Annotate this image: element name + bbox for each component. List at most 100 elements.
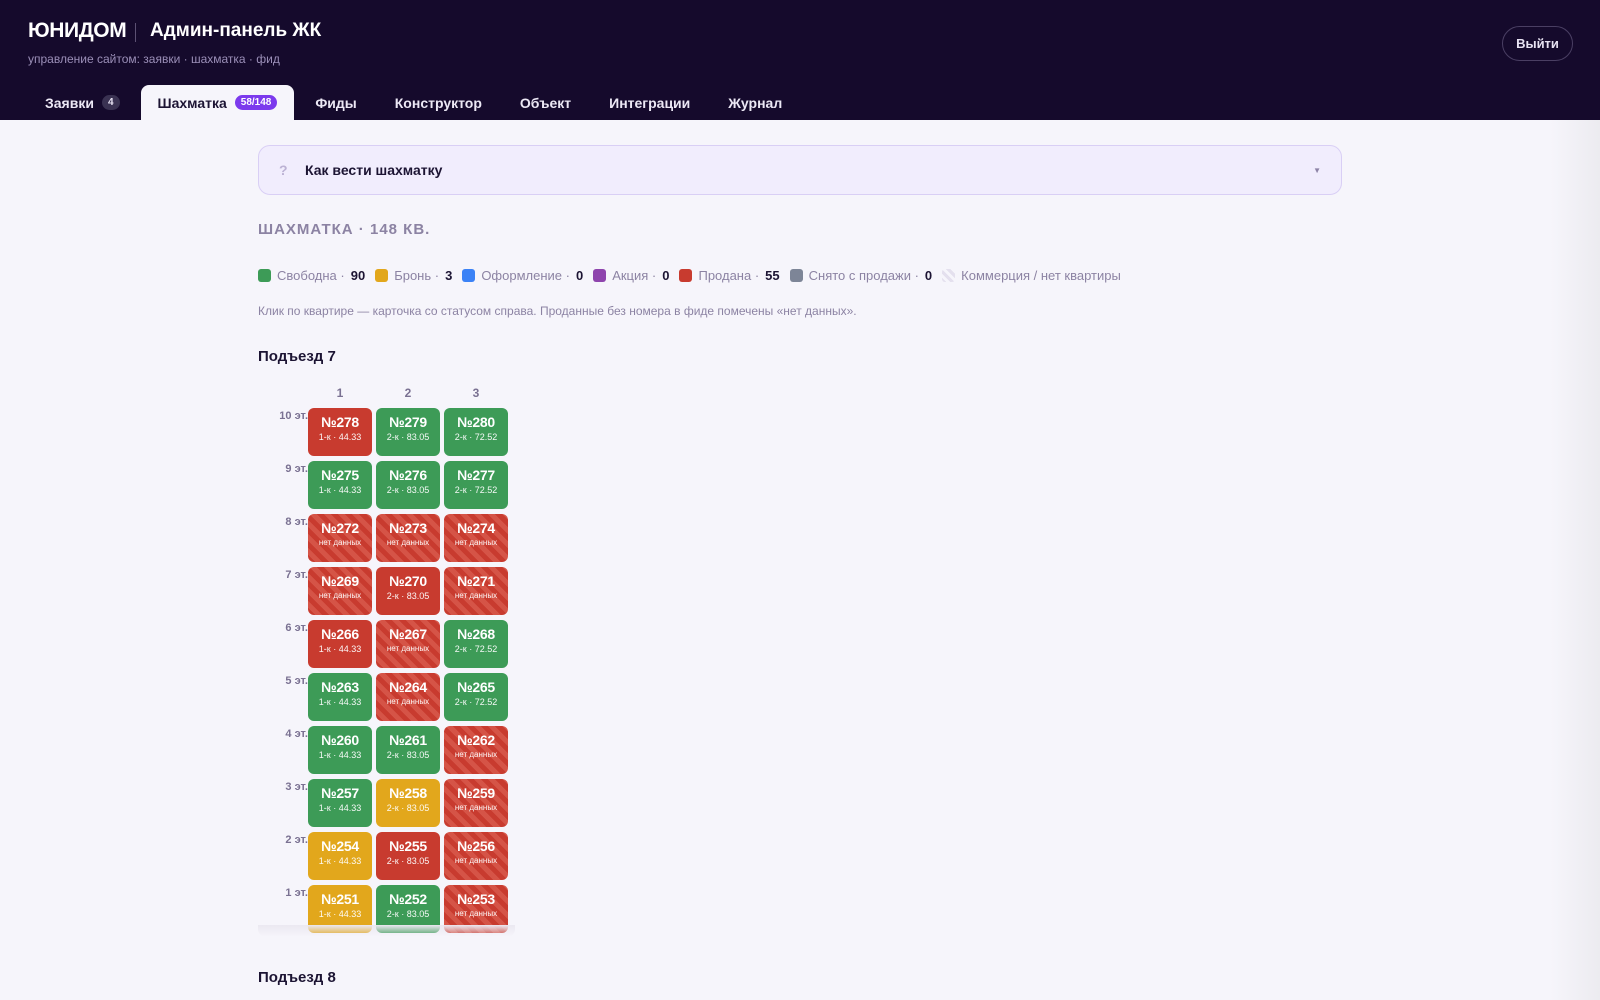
legend-item: Оформление · 0 — [462, 268, 583, 283]
apartment-info: 1-к · 44.33 — [318, 432, 362, 442]
apartment-info: нет данных — [386, 538, 430, 547]
hint-text: Клик по квартире — карточка со статусом … — [258, 304, 857, 318]
logout-button[interactable]: Выйти — [1502, 26, 1573, 61]
apartment-cell[interactable]: №254 1-к · 44.33 — [308, 832, 372, 880]
apartment-number: №260 — [321, 732, 359, 748]
apartment-number: №264 — [389, 679, 427, 695]
tab-object[interactable]: Объект — [503, 85, 588, 120]
legend-swatch — [942, 269, 956, 282]
apartment-cell[interactable]: №270 2-к · 83.05 — [376, 567, 440, 615]
apartment-number: №261 — [389, 732, 427, 748]
apartment-number: №274 — [457, 520, 495, 536]
apartment-cell[interactable]: №266 1-к · 44.33 — [308, 620, 372, 668]
tab-requests[interactable]: Заявки 4 — [28, 85, 137, 120]
apartment-number: №278 — [321, 414, 359, 430]
tab-journal[interactable]: Журнал — [711, 85, 799, 120]
apartment-number: №280 — [457, 414, 495, 430]
legend-count: 0 — [575, 268, 584, 283]
status-legend: Свободна · 90 Бронь · 3 Оформление · 0 Акция ·… — [258, 268, 1131, 283]
legend-swatch — [462, 269, 476, 282]
floor-label: 7 эт. — [285, 569, 308, 581]
apartment-info: 2-к · 83.05 — [386, 591, 430, 601]
apartment-cell[interactable]: №275 1-к · 44.33 — [308, 461, 372, 509]
apartment-cell[interactable]: №278 1-к · 44.33 — [308, 408, 372, 456]
floor-label: 10 эт. — [279, 410, 308, 422]
apartment-cell[interactable]: №272 нет данных — [308, 514, 372, 562]
apartment-number: №266 — [321, 626, 359, 642]
apartment-info: 2-к · 83.05 — [386, 485, 430, 495]
floor-label: 9 эт. — [285, 463, 308, 475]
legend-count: 0 — [662, 268, 670, 283]
apartment-cell[interactable]: №277 2-к · 72.52 — [444, 461, 508, 509]
apartment-cell[interactable]: №260 1-к · 44.33 — [308, 726, 372, 774]
apartment-cell[interactable]: №269 нет данных — [308, 567, 372, 615]
apartment-number: №279 — [389, 414, 427, 430]
apartment-number: №257 — [321, 785, 359, 801]
apartment-cell[interactable]: №259 нет данных — [444, 779, 508, 827]
tab-constructor[interactable]: Конструктор — [378, 85, 499, 120]
legend-swatch — [375, 269, 389, 282]
column-header: 3 — [472, 386, 480, 400]
legend-count: 0 — [924, 268, 933, 283]
apartment-info: нет данных — [386, 697, 430, 706]
apartment-cell[interactable]: №279 2-к · 83.05 — [376, 408, 440, 456]
apartment-number: №262 — [457, 732, 495, 748]
apartment-cell[interactable]: №263 1-к · 44.33 — [308, 673, 372, 721]
brand-logo[interactable]: ЮНИДОМ — [28, 19, 127, 43]
apartment-cell[interactable]: №258 2-к · 83.05 — [376, 779, 440, 827]
floor-label: 3 эт. — [285, 781, 308, 793]
tab-label: Фиды — [315, 94, 357, 111]
apartment-cell[interactable]: №280 2-к · 72.52 — [444, 408, 508, 456]
legend-label: Снято с продажи · — [808, 268, 919, 283]
tab-integrations[interactable]: Интеграции — [592, 85, 707, 120]
apartment-info: 2-к · 83.05 — [386, 803, 430, 813]
legend-item: Продана · 55 — [679, 268, 780, 283]
help-accordion[interactable]: ? Как вести шахматку ▼ — [258, 145, 1342, 195]
apartment-number: №269 — [321, 573, 359, 589]
legend-label: Продана · — [698, 268, 760, 283]
apartment-cell[interactable]: №268 2-к · 72.52 — [444, 620, 508, 668]
legend-count: 90 — [350, 268, 366, 283]
app-subtitle: управление сайтом: заявки · шахматка · ф… — [28, 52, 280, 66]
floor-label: 5 эт. — [285, 675, 308, 687]
apartment-number: №263 — [321, 679, 359, 695]
apartment-info: нет данных — [454, 856, 498, 865]
main-tabs: Заявки 4 Шахматка 58/148 Фиды Конструкто… — [28, 85, 803, 120]
apartment-info: нет данных — [454, 591, 498, 600]
apartment-cell[interactable]: №276 2-к · 83.05 — [376, 461, 440, 509]
apartment-cell[interactable]: №273 нет данных — [376, 514, 440, 562]
tab-feeds[interactable]: Фиды — [298, 85, 373, 120]
apartment-cell[interactable]: №257 1-к · 44.33 — [308, 779, 372, 827]
apartment-cell[interactable]: №256 нет данных — [444, 832, 508, 880]
legend-swatch — [258, 269, 271, 282]
apartment-cell[interactable]: №265 2-к · 72.52 — [444, 673, 508, 721]
apartment-info: 1-к · 44.33 — [318, 909, 362, 919]
tab-chessboard[interactable]: Шахматка 58/148 — [140, 85, 295, 120]
section-title: ШАХМАТКА · 148 КВ. — [258, 221, 431, 238]
legend-item: Снято с продажи · 0 — [789, 268, 933, 283]
apartment-cell[interactable]: №274 нет данных — [444, 514, 508, 562]
help-accordion-title: Как вести шахматку — [305, 162, 443, 178]
apartment-info: нет данных — [454, 909, 498, 918]
legend-label: Акция · — [612, 268, 657, 283]
tab-label: Интеграции — [609, 94, 691, 111]
apartment-cell[interactable]: №255 2-к · 83.05 — [376, 832, 440, 880]
apartment-number: №252 — [389, 891, 427, 907]
legend-swatch — [789, 269, 803, 282]
apartment-cell[interactable]: №264 нет данных — [376, 673, 440, 721]
apartment-cell[interactable]: №261 2-к · 83.05 — [376, 726, 440, 774]
apartment-number: №253 — [457, 891, 495, 907]
floor-label: 4 эт. — [285, 728, 308, 740]
app-header: ЮНИДОМ Админ-панель ЖК управление сайтом… — [0, 0, 1600, 120]
legend-label: Коммерция / нет квартиры — [961, 268, 1121, 283]
apartment-info: 1-к · 44.33 — [318, 644, 362, 654]
tab-label: Журнал — [728, 94, 783, 111]
legend-item: Акция · 0 — [593, 268, 669, 283]
apartment-info: 2-к · 72.52 — [454, 432, 498, 442]
tab-label: Конструктор — [394, 94, 482, 111]
apartment-cell[interactable]: №267 нет данных — [376, 620, 440, 668]
apartment-cell[interactable]: №271 нет данных — [444, 567, 508, 615]
floor-label: 8 эт. — [285, 516, 308, 528]
tab-label: Объект — [519, 94, 572, 111]
apartment-cell[interactable]: №262 нет данных — [444, 726, 508, 774]
